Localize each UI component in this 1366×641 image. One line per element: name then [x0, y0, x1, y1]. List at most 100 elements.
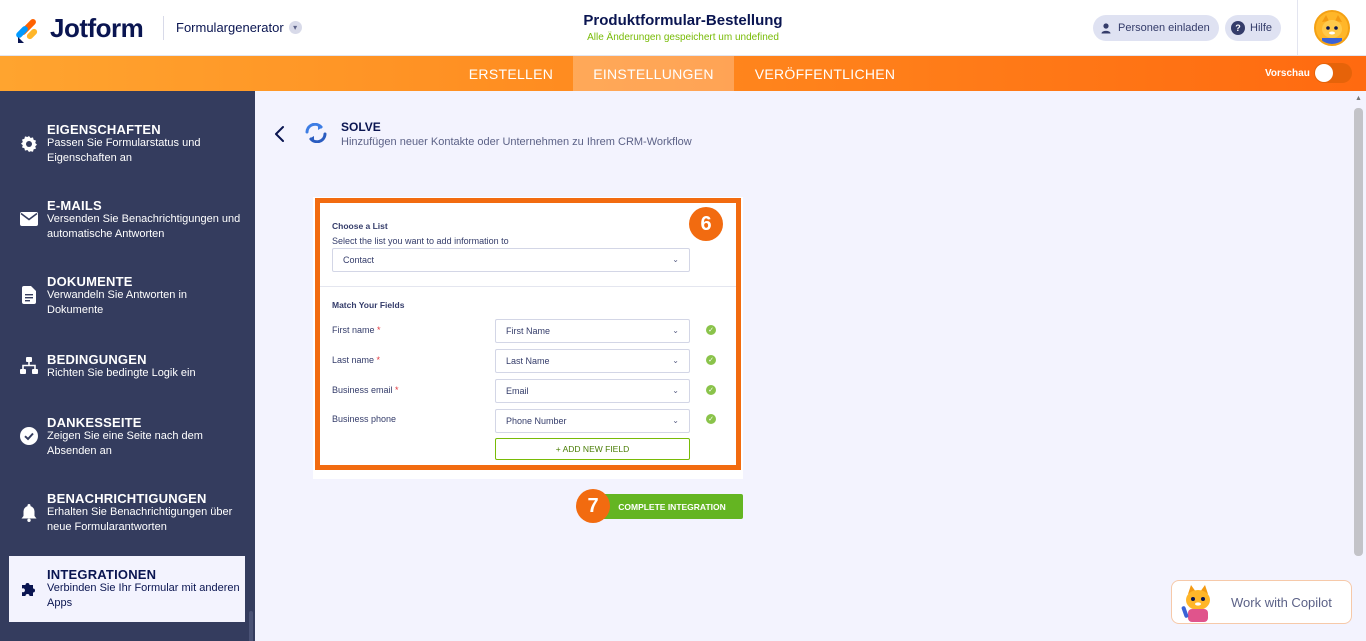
chevron-down-icon: ⌄	[672, 386, 679, 395]
match-fields-title: Match Your Fields	[332, 300, 405, 310]
chevron-down-icon: ⌄	[672, 416, 679, 425]
jotform-logo-icon	[16, 15, 40, 43]
preview-toggle[interactable]	[1314, 63, 1352, 83]
header-divider-right	[1297, 0, 1298, 56]
tab-create[interactable]: ERSTELLEN	[462, 56, 560, 91]
sidebar-item-documents[interactable]: DOKUMENTE Verwandeln Sie Antworten in Do…	[0, 263, 245, 333]
settings-sidebar: EIGENSCHAFTEN Passen Sie Formularstatus …	[0, 91, 255, 641]
user-avatar[interactable]	[1314, 10, 1350, 46]
sidebar-item-desc: Passen Sie Formularstatus und Eigenschaf…	[47, 137, 201, 164]
field-select-value: Last Name	[506, 356, 550, 366]
field-label-text: Business phone	[332, 414, 397, 424]
field-label-business-email: Business email *	[332, 385, 399, 395]
scrollbar-thumb[interactable]	[1354, 108, 1363, 556]
field-select-first-name[interactable]: First Name ⌄	[495, 319, 690, 343]
field-label-last-name: Last name *	[332, 355, 380, 365]
field-select-business-email[interactable]: Email ⌄	[495, 379, 690, 403]
field-select-value: Email	[506, 386, 529, 396]
header-divider	[163, 16, 164, 40]
sidebar-item-notifications[interactable]: BENACHRICHTIGUNGEN Erhalten Sie Benachri…	[0, 480, 245, 550]
step-badge: 7	[576, 489, 610, 523]
sidebar-item-desc: Verbinden Sie Ihr Formular mit anderen A…	[47, 582, 240, 609]
sidebar-item-title: DANKESSEITE	[47, 415, 142, 430]
sidebar-item-thankyou[interactable]: DANKESSEITE Zeigen Sie eine Seite nach d…	[0, 404, 245, 474]
sidebar-item-desc: Richten Sie bedingte Logik ein	[47, 367, 196, 379]
help-button[interactable]: ? Hilfe	[1225, 15, 1282, 41]
required-mark: *	[376, 355, 381, 365]
field-select-business-phone[interactable]: Phone Number ⌄	[495, 409, 690, 433]
content-scrollbar[interactable]: ▲	[1353, 91, 1366, 641]
sidebar-item-title: INTEGRATIONEN	[47, 567, 157, 582]
help-label: Hilfe	[1250, 22, 1273, 34]
step-badge: 6	[689, 207, 723, 241]
bell-icon	[20, 504, 38, 522]
sidebar-item-title: BEDINGUNGEN	[47, 352, 147, 367]
sidebar-item-title: E-MAILS	[47, 198, 102, 213]
sidebar-item-title: BENACHRICHTIGUNGEN	[47, 491, 207, 506]
field-label-text: Last name	[332, 355, 375, 365]
field-label-text: First name	[332, 325, 375, 335]
sidebar-scrollbar[interactable]	[249, 611, 253, 641]
solve-logo-icon	[304, 122, 328, 144]
chevron-down-icon: ▾	[288, 21, 302, 34]
chevron-down-icon: ⌄	[672, 255, 679, 264]
chevron-down-icon: ⌄	[672, 326, 679, 335]
chevron-down-icon: ⌄	[672, 356, 679, 365]
question-icon: ?	[1231, 21, 1245, 35]
top-header: Jotform Formulargenerator ▾ Produktformu…	[0, 0, 1366, 56]
sidebar-item-desc: Verwandeln Sie Antworten in Dokumente	[47, 289, 188, 316]
complete-integration-button[interactable]: COMPLETE INTEGRATION	[601, 494, 743, 519]
required-mark: *	[377, 325, 381, 335]
integration-description: Hinzufügen neuer Kontakte oder Unternehm…	[341, 136, 692, 148]
hierarchy-icon	[20, 357, 38, 375]
choose-list-hint: Select the list you want to add informat…	[332, 236, 509, 246]
check-circle-icon: ✓	[706, 385, 716, 395]
check-circle-icon: ✓	[706, 414, 716, 424]
builder-menu[interactable]: Formulargenerator ▾	[176, 20, 302, 35]
invite-people-button[interactable]: Personen einladen	[1093, 15, 1219, 41]
field-label-first-name: First name *	[332, 325, 381, 335]
jotform-logo[interactable]: Jotform	[16, 13, 144, 44]
field-select-value: Phone Number	[506, 416, 567, 426]
tab-settings[interactable]: EINSTELLUNGEN	[573, 56, 734, 91]
check-circle-icon: ✓	[706, 325, 716, 335]
envelope-icon	[20, 210, 38, 228]
tab-publish[interactable]: VERÖFFENTLICHEN	[748, 56, 902, 91]
preview-toggle-knob	[1315, 64, 1333, 82]
copilot-avatar-icon	[1178, 582, 1218, 622]
required-mark: *	[395, 385, 399, 395]
list-select[interactable]: Contact ⌄	[332, 248, 690, 272]
integration-name: SOLVE	[341, 120, 381, 134]
add-new-field-button[interactable]: + ADD NEW FIELD	[495, 438, 690, 460]
sidebar-item-title: DOKUMENTE	[47, 274, 133, 289]
sidebar-item-desc: Zeigen Sie eine Seite nach dem Absenden …	[47, 430, 203, 457]
sidebar-item-conditions[interactable]: BEDINGUNGEN Richten Sie bedingte Logik e…	[0, 341, 245, 397]
brand-name: Jotform	[50, 13, 144, 43]
check-circle-icon: ✓	[706, 355, 716, 365]
preview-label: Vorschau	[1265, 68, 1310, 79]
field-select-value: First Name	[506, 326, 551, 336]
user-icon	[1099, 21, 1113, 35]
builder-menu-label: Formulargenerator	[176, 20, 284, 35]
list-select-value: Contact	[343, 255, 375, 265]
sidebar-item-desc: Versenden Sie Benachrichtigungen und aut…	[47, 213, 241, 240]
gear-icon	[20, 135, 38, 153]
builder-tab-bar: ERSTELLEN EINSTELLUNGEN VERÖFFENTLICHEN	[0, 56, 1366, 91]
sidebar-item-properties[interactable]: EIGENSCHAFTEN Passen Sie Formularstatus …	[0, 111, 245, 181]
field-label-text: Business email	[332, 385, 393, 395]
field-label-business-phone: Business phone	[332, 414, 396, 424]
sidebar-item-emails[interactable]: E-MAILS Versenden Sie Benachrichtigungen…	[0, 187, 245, 257]
scroll-up-arrow-icon[interactable]: ▲	[1355, 95, 1362, 102]
document-icon	[20, 286, 38, 304]
back-arrow-icon[interactable]	[271, 124, 291, 144]
sidebar-item-desc: Erhalten Sie Benachrichtigungen über neu…	[47, 506, 233, 533]
invite-people-label: Personen einladen	[1118, 22, 1210, 34]
copilot-button[interactable]: Work with Copilot	[1171, 580, 1352, 624]
choose-list-title: Choose a List	[332, 221, 388, 231]
card-divider	[320, 286, 736, 287]
sidebar-item-title: EIGENSCHAFTEN	[47, 122, 161, 137]
field-select-last-name[interactable]: Last Name ⌄	[495, 349, 690, 373]
puzzle-icon	[20, 580, 38, 598]
sidebar-item-integrations[interactable]: INTEGRATIONEN Verbinden Sie Ihr Formular…	[9, 556, 245, 622]
check-circle-icon	[20, 427, 38, 445]
